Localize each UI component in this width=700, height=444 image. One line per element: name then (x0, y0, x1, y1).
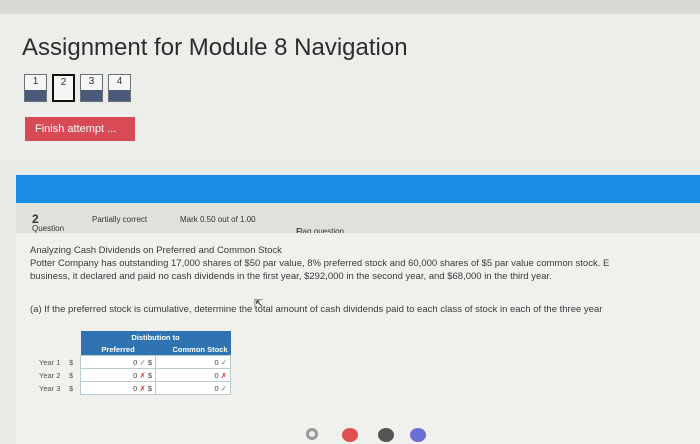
nav-status-bar (109, 90, 130, 101)
preferred-input[interactable]: 0 ✗ $ (80, 368, 156, 382)
question-number: Question 2 (32, 212, 64, 233)
currency-symbol: $ (69, 370, 74, 380)
part-a-prompt: (a) If the preferred stock is cumulative… (30, 304, 603, 315)
cell-value: 0 (133, 383, 138, 393)
question-text-line: business, it declared and paid no cash d… (30, 271, 552, 282)
header-panel: Assignment for Module 8 Navigation 1 2 3… (0, 0, 700, 160)
common-input[interactable]: 0 ✓ (155, 381, 231, 395)
preferred-input[interactable]: 0 ✓ $ (80, 355, 156, 369)
nav-status-bar (25, 90, 46, 101)
question-banner (16, 175, 700, 203)
currency-symbol: $ (147, 383, 152, 393)
question-heading: Analyzing Cash Dividends on Preferred an… (30, 245, 282, 256)
nav-number: 4 (116, 76, 123, 87)
check-icon: ✓ (220, 357, 227, 367)
currency-symbol: $ (69, 357, 74, 367)
table-row: Year 1 $ 0 ✓ $ 0 ✓ (36, 355, 231, 369)
app-icon[interactable] (410, 428, 426, 442)
question-status: Partially correct (92, 215, 148, 224)
row-label: Year 3 (39, 383, 61, 393)
nav-status-bar (81, 90, 102, 101)
page-title: Assignment for Module 8 Navigation (22, 34, 408, 61)
question-mark: Mark 0.50 out of 1.00 (180, 215, 256, 224)
cell-value: 0 (133, 357, 138, 367)
cell-value: 0 (214, 383, 219, 393)
taskbar (306, 426, 446, 444)
question-content: Analyzing Cash Dividends on Preferred an… (16, 233, 700, 444)
search-circle-icon[interactable] (306, 428, 318, 440)
question-info: Question 2 Partially correct Mark 0.50 o… (16, 203, 700, 236)
cross-icon: ✗ (139, 383, 146, 393)
question-prefix: Question (32, 224, 65, 233)
app-icon[interactable] (342, 428, 358, 442)
nav-question-2[interactable]: 2 (52, 74, 75, 102)
check-icon: ✓ (220, 383, 227, 393)
check-icon: ✓ (139, 357, 146, 367)
column-header-preferred: Preferred (80, 343, 156, 356)
top-strip (0, 0, 700, 14)
cross-icon: ✗ (139, 370, 146, 380)
quiz-navigation: 1 2 3 4 (24, 74, 131, 102)
currency-symbol: $ (147, 357, 152, 367)
currency-symbol: $ (69, 383, 74, 393)
cell-value: 0 (214, 357, 219, 367)
cross-icon: ✗ (220, 370, 227, 380)
common-input[interactable]: 0 ✓ (155, 355, 231, 369)
nav-number: 3 (88, 76, 95, 87)
table-row: Year 2 $ 0 ✗ $ 0 ✗ (36, 368, 231, 382)
nav-number: 2 (60, 77, 67, 88)
nav-number: 1 (32, 76, 39, 87)
nav-question-3[interactable]: 3 (80, 74, 103, 102)
nav-status-bar (54, 89, 73, 100)
finish-attempt-button[interactable]: Finish attempt ... (25, 117, 135, 141)
row-label: Year 2 (39, 370, 61, 380)
preferred-input[interactable]: 0 ✗ $ (80, 381, 156, 395)
nav-question-1[interactable]: 1 (24, 74, 47, 102)
common-input[interactable]: 0 ✗ (155, 368, 231, 382)
cell-value: 0 (133, 370, 138, 380)
distribution-table: Distibution to Preferred Common Stock Ye… (36, 331, 231, 395)
currency-symbol: $ (147, 370, 152, 380)
question-text-line: Potter Company has outstanding 17,000 sh… (30, 258, 610, 269)
nav-question-4[interactable]: 4 (108, 74, 131, 102)
table-row: Year 3 $ 0 ✗ $ 0 ✓ (36, 381, 231, 395)
column-header-common: Common Stock (155, 343, 231, 356)
cell-value: 0 (214, 370, 219, 380)
table-title: Distibution to (80, 331, 231, 343)
row-label: Year 1 (39, 357, 61, 367)
app-icon[interactable] (378, 428, 394, 442)
